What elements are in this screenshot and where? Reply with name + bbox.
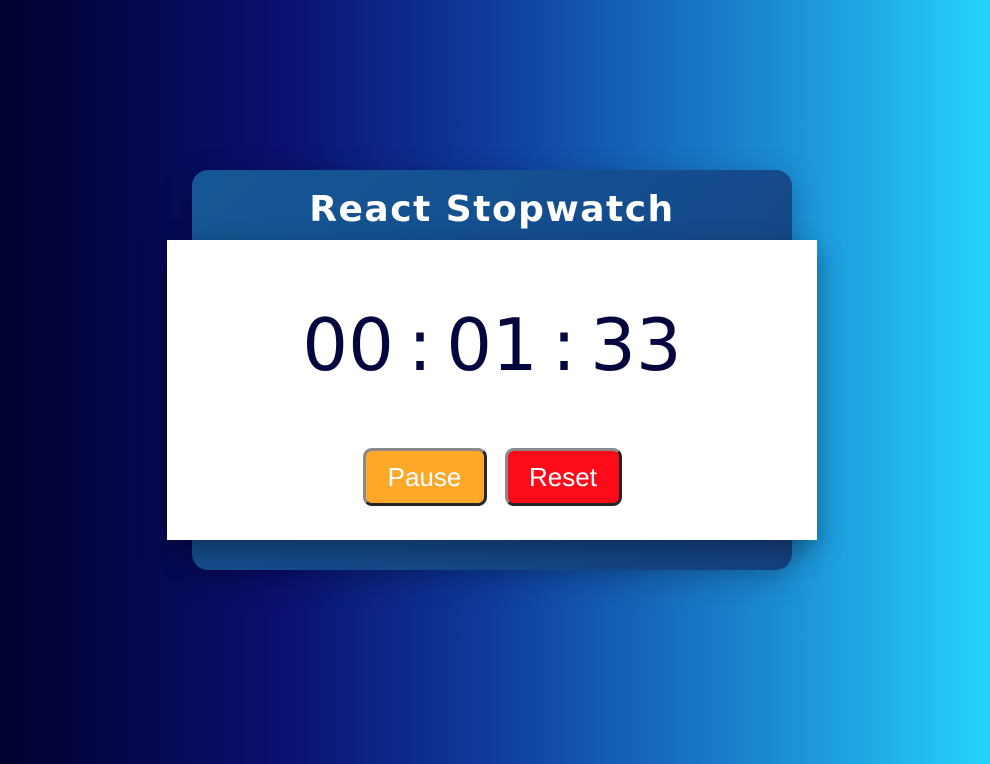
time-separator: :	[551, 303, 577, 387]
time-minutes: 01	[446, 303, 538, 387]
time-hours: 00	[302, 303, 394, 387]
time-seconds: 33	[590, 303, 682, 387]
pause-button[interactable]: Pause	[362, 448, 487, 506]
reset-button[interactable]: Reset	[504, 448, 622, 506]
page-title: React Stopwatch	[309, 189, 675, 230]
time-display: 00:01:33	[167, 302, 817, 388]
control-buttons: Pause Reset	[167, 448, 817, 506]
time-separator: :	[407, 303, 433, 387]
timer-panel: 00:01:33 Pause Reset	[167, 240, 817, 540]
